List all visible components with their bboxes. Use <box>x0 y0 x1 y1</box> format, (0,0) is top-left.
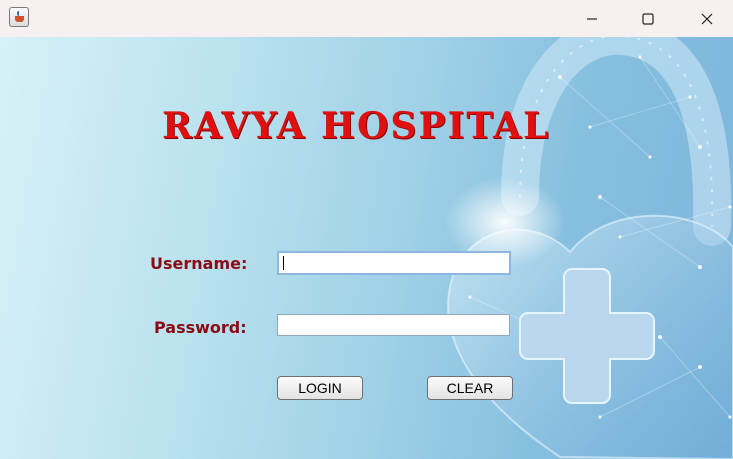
login-button[interactable]: LOGIN <box>277 376 363 400</box>
heart-lock-background <box>445 37 733 459</box>
password-input[interactable] <box>277 314 510 336</box>
password-label: Password: <box>154 318 247 337</box>
maximize-button[interactable] <box>625 0 671 37</box>
minimize-icon <box>587 17 597 20</box>
username-label: Username: <box>150 254 248 273</box>
title-bar <box>0 0 733 37</box>
login-window: RAVYA HOSPITAL Username: Password: LOGIN… <box>0 0 733 459</box>
hospital-title: RAVYA HOSPITAL <box>162 105 551 147</box>
username-input[interactable] <box>277 251 511 275</box>
close-button[interactable] <box>684 0 730 37</box>
login-panel: RAVYA HOSPITAL Username: Password: LOGIN… <box>0 37 733 459</box>
text-caret <box>283 256 284 270</box>
java-app-icon[interactable] <box>9 7 29 27</box>
maximize-icon <box>642 12 654 25</box>
close-icon <box>701 13 713 24</box>
minimize-button[interactable] <box>569 0 615 37</box>
clear-button[interactable]: CLEAR <box>427 376 513 400</box>
